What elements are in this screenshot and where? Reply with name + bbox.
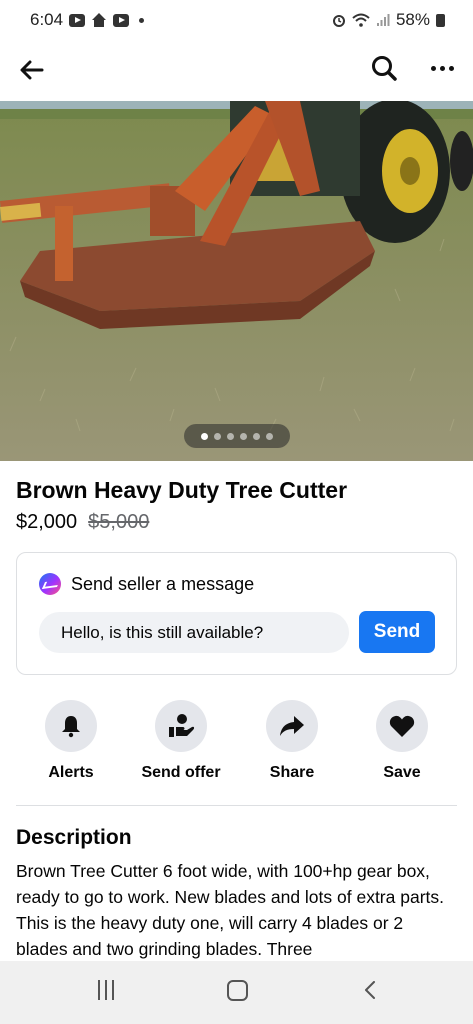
- home-app-icon: [92, 13, 107, 27]
- listing-title: Brown Heavy Duty Tree Cutter: [16, 477, 348, 503]
- app-bar: [0, 40, 473, 100]
- pager-dot: [227, 432, 234, 440]
- listing-photo[interactable]: [0, 101, 473, 461]
- action-row: Alerts Send offer Share Save: [16, 700, 457, 790]
- price-row: $2,000 $5,000: [16, 511, 149, 534]
- status-right: 58%: [332, 10, 445, 30]
- pager-dot-active: [201, 432, 208, 440]
- youtube-icon: [69, 13, 86, 27]
- battery-icon: [436, 13, 445, 27]
- back-button[interactable]: [14, 52, 50, 88]
- heart-icon: [389, 715, 415, 737]
- status-bar: 6:04 58%: [0, 0, 473, 40]
- offer-hand-icon: [169, 714, 195, 737]
- home-button[interactable]: [227, 980, 248, 1001]
- alerts-label: Alerts: [48, 764, 94, 781]
- pager-dot: [240, 432, 247, 440]
- bell-icon: [62, 716, 80, 738]
- share-label: Share: [269, 764, 315, 781]
- battery-percent: 58%: [395, 10, 430, 29]
- message-seller-card: Send seller a message Hello, is this sti…: [16, 552, 457, 675]
- send-button[interactable]: Send: [359, 611, 435, 653]
- youtube-icon: [113, 13, 130, 27]
- save-label: Save: [383, 764, 421, 781]
- section-divider: [16, 805, 457, 806]
- nav-back-button[interactable]: [362, 981, 380, 999]
- more-options-icon: [430, 65, 436, 71]
- save-button[interactable]: Save: [347, 700, 457, 782]
- more-options-button[interactable]: [422, 50, 462, 86]
- share-arrow-icon: [280, 716, 304, 736]
- pager-dot: [253, 432, 260, 440]
- signal-icon: [376, 14, 390, 26]
- pager-dot: [214, 432, 221, 440]
- listing-price: $2,000: [16, 511, 78, 533]
- pager-dot: [266, 432, 273, 440]
- description-body: Brown Tree Cutter 6 foot wide, with 100+…: [16, 861, 444, 959]
- search-icon: [372, 56, 397, 81]
- message-card-header: Send seller a message: [39, 573, 254, 595]
- tree-cutter-image: [0, 101, 473, 461]
- notification-dot-icon: [139, 17, 145, 23]
- message-input[interactable]: Hello, is this still available?: [39, 612, 349, 653]
- share-button[interactable]: Share: [237, 700, 347, 782]
- send-offer-button[interactable]: Send offer: [126, 700, 236, 782]
- description-heading: Description: [16, 826, 132, 849]
- alarm-icon: [332, 15, 345, 27]
- messenger-icon: [39, 573, 61, 595]
- wifi-icon: [352, 13, 370, 27]
- send-offer-label: Send offer: [141, 764, 221, 781]
- search-button[interactable]: [366, 50, 402, 86]
- original-price: $5,000: [88, 511, 150, 533]
- message-card-title: Send seller a message: [71, 573, 255, 594]
- system-nav-bar: [0, 961, 473, 1024]
- back-arrow-icon: [20, 60, 44, 80]
- status-time: 6:04: [30, 10, 64, 29]
- nav-back-icon: [365, 981, 375, 999]
- recents-button[interactable]: [95, 980, 117, 1002]
- alerts-button[interactable]: Alerts: [16, 700, 126, 782]
- status-left: 6:04: [30, 10, 145, 30]
- photo-pager[interactable]: [184, 424, 290, 448]
- recents-icon: [98, 980, 100, 1000]
